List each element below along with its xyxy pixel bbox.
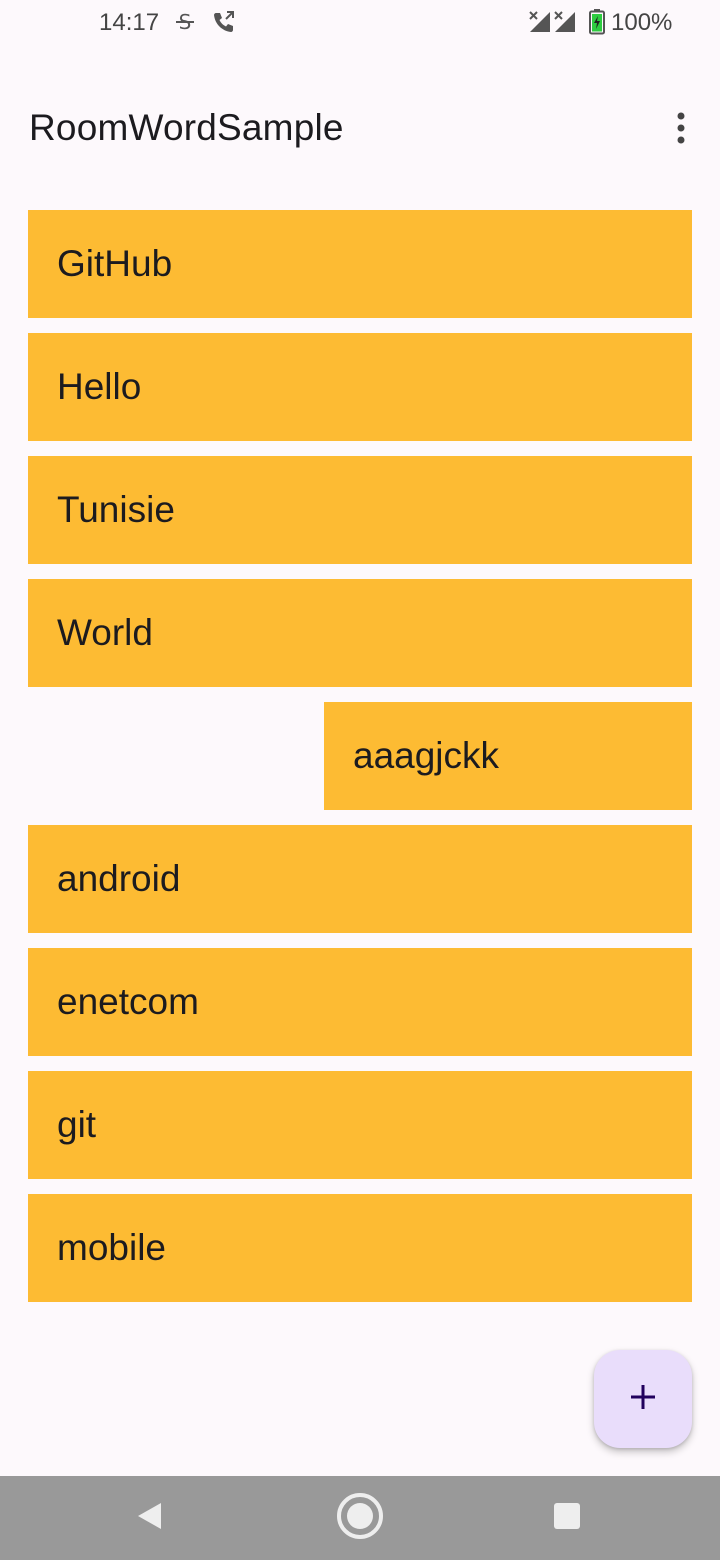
app-title: RoomWordSample [29, 107, 344, 148]
signal-icon [528, 10, 552, 39]
navigation-bar [0, 1476, 720, 1560]
call-icon [211, 10, 237, 39]
status-bar: 14:17 S 100% [0, 0, 720, 44]
word-list-item[interactable]: enetcom [28, 948, 692, 1056]
status-time: 14:17 [99, 9, 160, 36]
signal-icon [553, 10, 577, 39]
app-bar: RoomWordSample [0, 84, 720, 172]
recents-button[interactable] [543, 1494, 591, 1542]
battery-icon [589, 9, 605, 40]
word-list-item[interactable]: aaagjckk [324, 702, 692, 810]
back-button[interactable] [126, 1494, 174, 1542]
home-icon [336, 1492, 384, 1545]
more-vert-icon[interactable] [664, 106, 698, 150]
word-list-item[interactable]: git [28, 1071, 692, 1179]
word-list-item[interactable]: World [28, 579, 692, 687]
add-icon [629, 1383, 657, 1416]
word-list-item[interactable]: Tunisie [28, 456, 692, 564]
word-list-item[interactable]: Hello [28, 333, 692, 441]
word-list-item[interactable]: android [28, 825, 692, 933]
back-icon [135, 1500, 165, 1537]
home-button[interactable] [336, 1492, 384, 1545]
sim-icon: S [174, 10, 196, 39]
recents-icon [553, 1502, 581, 1535]
word-list-item[interactable]: GitHub [28, 210, 692, 318]
word-list-item[interactable]: mobile [28, 1194, 692, 1302]
add-word-button[interactable] [594, 1350, 692, 1448]
battery-percentage: 100% [611, 9, 673, 36]
